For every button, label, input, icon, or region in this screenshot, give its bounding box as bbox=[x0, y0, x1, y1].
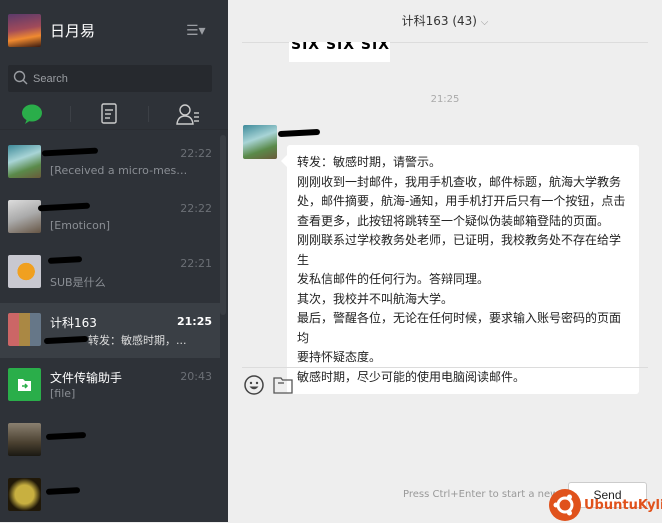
chat-preview: [Emoticon] bbox=[50, 219, 111, 232]
profile-name: 日月易 bbox=[50, 22, 96, 40]
sidebar: 日月易 ☰▾ 22:22 [Received a micro-messa... … bbox=[0, 0, 228, 522]
chat-icon[interactable] bbox=[19, 102, 45, 126]
avatar bbox=[8, 423, 41, 456]
divider bbox=[148, 106, 149, 122]
group-avatar bbox=[8, 313, 41, 346]
redacted-name bbox=[37, 202, 91, 212]
redacted-name bbox=[45, 487, 81, 495]
chat-time: 20:43 bbox=[180, 370, 212, 383]
redacted-name bbox=[41, 147, 99, 157]
chat-time: 21:25 bbox=[176, 315, 212, 328]
redacted-name bbox=[47, 256, 83, 264]
chevron-down-icon[interactable]: ⌵ bbox=[481, 17, 489, 28]
message-line: 敏感时期，尽少可能的使用电脑阅读邮件。 bbox=[297, 369, 526, 384]
redacted-name bbox=[45, 431, 87, 441]
ubuntukylin-logo-icon bbox=[549, 489, 581, 521]
message-line: 要持怀疑态度。 bbox=[297, 350, 382, 364]
chat-preview: SUB是什么 bbox=[50, 276, 106, 289]
avatar bbox=[8, 200, 41, 233]
avatar bbox=[8, 478, 41, 511]
file-transfer-avatar bbox=[8, 368, 41, 401]
avatar bbox=[8, 145, 41, 178]
chat-list-item[interactable]: 22:22 [Received a micro-messa... bbox=[0, 135, 220, 190]
message-time: 21:25 bbox=[430, 94, 460, 105]
message-line: 转发：敏感时期，请警示。 bbox=[297, 155, 442, 169]
message-line: 发私信邮件的任何行为。答辩同理。 bbox=[297, 272, 490, 286]
divider bbox=[70, 106, 71, 122]
sender-avatar[interactable] bbox=[243, 125, 277, 159]
chat-list-item[interactable] bbox=[0, 468, 220, 523]
chat-name: 文件传输助手 bbox=[50, 371, 123, 385]
chat-list-item-selected[interactable]: 计科163 21:25 转发：敏感时期，... bbox=[0, 303, 220, 358]
image-message[interactable]: SIX SIX SIX bbox=[289, 42, 390, 62]
chat-preview: [file] bbox=[50, 387, 76, 400]
chat-list-item[interactable] bbox=[0, 413, 220, 468]
chat-time: 22:21 bbox=[180, 257, 212, 270]
profile-avatar[interactable] bbox=[8, 14, 41, 47]
document-icon[interactable] bbox=[96, 102, 122, 126]
message-line: 刚刚收到一封邮件，我用手机查收，邮件标题，航海大学教务 bbox=[297, 174, 622, 189]
chat-time: 22:22 bbox=[180, 202, 212, 215]
chat-preview: 转发：敏感时期，... bbox=[88, 334, 187, 347]
chat-preview: [Received a micro-messa... bbox=[50, 164, 190, 177]
scrollbar[interactable] bbox=[220, 135, 226, 315]
chat-name: 计科163 bbox=[50, 316, 97, 330]
chat-list: 22:22 [Received a micro-messa... 22:22 [… bbox=[0, 135, 228, 522]
folder-arrow-icon bbox=[18, 379, 31, 391]
message-line: 其次，我校并不叫航海大学。 bbox=[297, 291, 454, 306]
emoji-icon[interactable] bbox=[243, 374, 265, 396]
divider bbox=[242, 367, 648, 368]
avatar bbox=[8, 255, 41, 288]
message-line: 处，邮件摘要，航海-通知，用手机打开后只有一个按钮，点击 bbox=[297, 194, 626, 208]
message-line: 刚刚联系过学校教务处老师，已证明，我校教务处不存在给学生 bbox=[297, 233, 622, 267]
chat-list-item[interactable]: 文件传输助手 20:43 [file] bbox=[0, 358, 220, 413]
message-line: 查看更多，此按钮将跳转至一个疑似伪装邮箱登陆的页面。 bbox=[297, 213, 610, 228]
folder-icon[interactable] bbox=[272, 374, 294, 396]
chat-title[interactable]: 计科163 (43) ⌵ bbox=[228, 12, 662, 29]
menu-icon[interactable]: ☰▾ bbox=[186, 24, 208, 38]
sidebar-tabs bbox=[0, 98, 228, 130]
chat-panel: 计科163 (43) ⌵ SIX SIX SIX 21:25 转发：敏感时期，请… bbox=[228, 0, 662, 522]
watermark: UbuntuKylin bbox=[548, 488, 662, 522]
message-line: 最后，警醒各位，无论在任何时候，要求输入账号密码的页面均 bbox=[297, 311, 622, 345]
search-box[interactable] bbox=[8, 65, 212, 92]
redacted-sender bbox=[43, 335, 89, 345]
chat-list-item[interactable]: 22:22 [Emoticon] bbox=[0, 190, 220, 245]
search-input[interactable] bbox=[33, 65, 203, 92]
chat-time: 22:22 bbox=[180, 147, 212, 160]
search-icon bbox=[13, 70, 28, 85]
chat-list-item[interactable]: 22:21 SUB是什么 bbox=[0, 245, 220, 300]
message-bubble: 转发：敏感时期，请警示。刚刚收到一封邮件，我用手机查收，邮件标题，航海大学教务处… bbox=[281, 145, 639, 394]
contacts-icon[interactable] bbox=[175, 102, 201, 126]
redacted-sender bbox=[277, 128, 321, 138]
